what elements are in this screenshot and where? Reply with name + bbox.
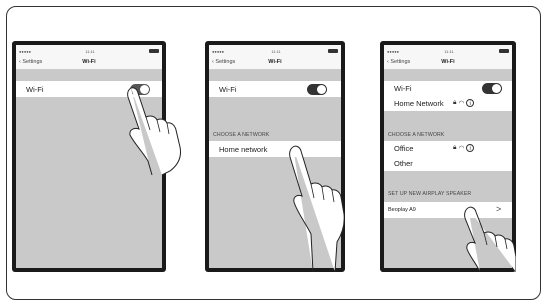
network-row-office[interactable]: Office <box>384 141 512 156</box>
network-name: Other <box>394 159 413 168</box>
wifi-label: Wi-Fi <box>394 84 412 93</box>
nav-title: Wi-Fi <box>441 59 455 65</box>
wifi-signal-icon: ◠ <box>458 145 465 152</box>
network-name: Office <box>394 144 414 153</box>
section-header-airplay: SET UP NEW AIRPLAY SPEAKER <box>388 191 472 197</box>
wifi-toggle[interactable] <box>307 84 327 95</box>
nav-bar: ‹ Settings Wi-Fi <box>209 57 341 70</box>
pointing-hand-icon <box>464 206 516 272</box>
status-time: 11:11 <box>85 48 95 54</box>
status-bar: ●●●●● 11:11 <box>384 45 512 57</box>
nav-bar: ‹ Settings Wi-Fi <box>16 57 162 70</box>
section-header-choose-network: CHOOSE A NETWORK <box>388 132 445 138</box>
wifi-label: Wi-Fi <box>219 84 237 94</box>
network-row-other[interactable]: Other <box>384 156 512 171</box>
wifi-toggle[interactable] <box>482 83 502 94</box>
toggle-knob <box>492 84 501 93</box>
toggle-knob <box>317 85 326 94</box>
battery-icon <box>327 49 338 53</box>
lock-icon: 🔒︎ <box>453 99 457 106</box>
network-row-connected[interactable]: Home Network <box>384 96 512 111</box>
signal-indicator: ●●●●● <box>387 48 400 54</box>
info-icon[interactable]: i <box>466 99 475 107</box>
phone-step-2: ●●●●● 11:11 ‹ Settings Wi-Fi Wi-Fi CHOOS… <box>205 41 345 272</box>
nav-title: Wi-Fi <box>268 59 282 65</box>
phone-step-1: ●●●●● 11:11 ‹ Settings Wi-Fi Wi-Fi <box>12 41 181 272</box>
status-bar: ●●●●● 11:11 <box>16 45 162 57</box>
status-time: 11:11 <box>444 48 454 54</box>
nav-title: Wi-Fi <box>82 59 96 65</box>
nav-bar: ‹ Settings Wi-Fi <box>384 57 512 70</box>
network-name: Home network <box>219 144 268 154</box>
pointing-hand-icon <box>127 87 181 175</box>
status-bar: ●●●●● 11:11 <box>209 45 341 57</box>
section-header-choose-network: CHOOSE A NETWORK <box>213 132 270 138</box>
battery-icon <box>148 49 159 53</box>
speaker-name: Beoplay A9 <box>388 207 416 213</box>
pointing-hand-icon <box>289 145 345 272</box>
status-time: 11:11 <box>271 48 281 54</box>
wifi-label: Wi-Fi <box>26 84 44 94</box>
battery-icon <box>498 49 509 53</box>
phone-step-3: ●●●●● 11:11 ‹ Settings Wi-Fi Wi-Fi Home … <box>380 41 516 272</box>
office-network-icons: 🔒︎ ◠ i <box>453 144 475 152</box>
connected-network-icons: 🔒︎ ◠ i <box>453 99 475 107</box>
info-icon[interactable]: i <box>466 144 475 152</box>
signal-indicator: ●●●●● <box>19 48 32 54</box>
signal-indicator: ●●●●● <box>212 48 225 54</box>
network-name: Home Network <box>394 99 444 108</box>
wifi-signal-icon: ◠ <box>458 100 465 107</box>
lock-icon: 🔒︎ <box>453 144 457 151</box>
